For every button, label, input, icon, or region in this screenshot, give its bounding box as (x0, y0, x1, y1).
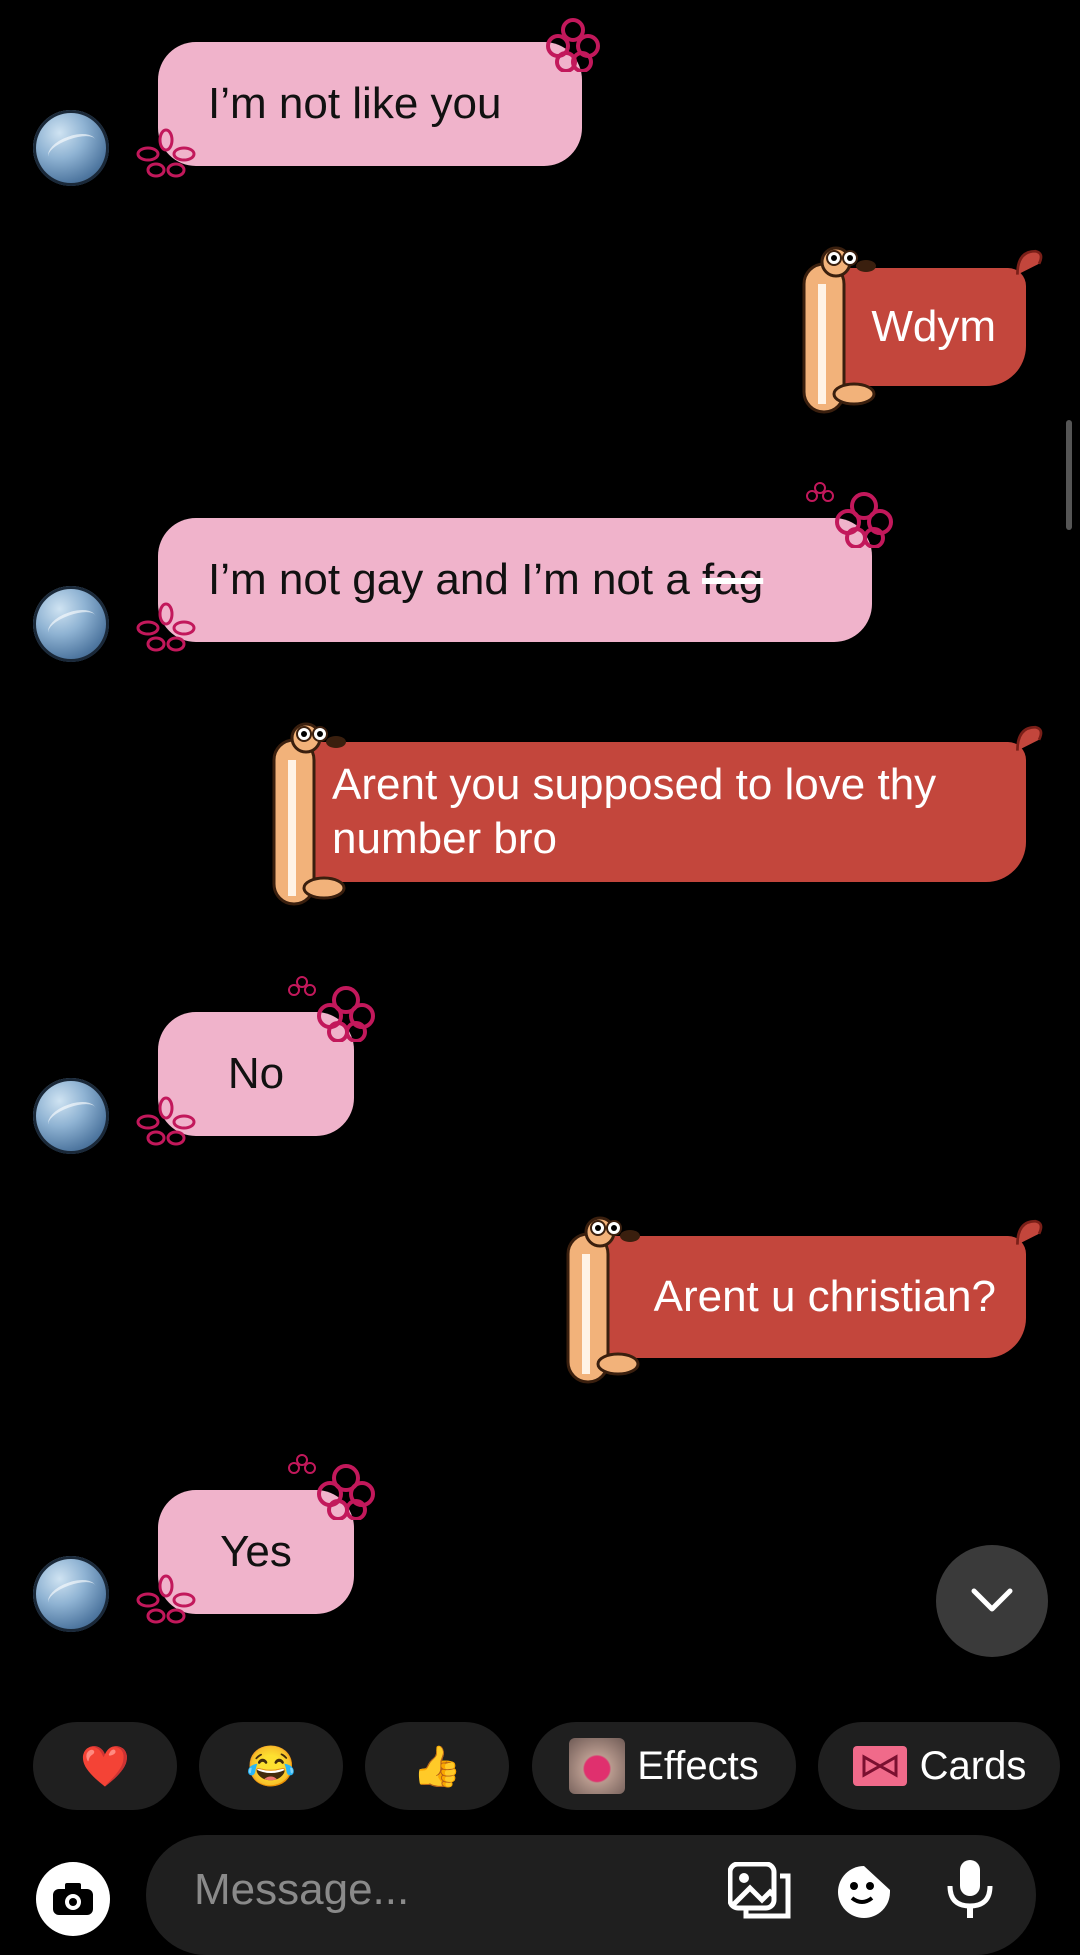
gallery-icon[interactable] (728, 1862, 792, 1920)
gift-card-icon (852, 1746, 907, 1786)
message-text: Arent u christian? (653, 1272, 996, 1321)
outgoing-message[interactable]: Arent you supposed to love thy number br… (302, 742, 1026, 882)
cards-label: Cards (919, 1743, 1027, 1788)
message-text: No (227, 1049, 285, 1098)
contact-avatar[interactable] (33, 1556, 109, 1632)
tail-sticker-icon (1016, 249, 1043, 275)
scrollbar[interactable] (1066, 420, 1072, 530)
flower-sticker-icon (288, 976, 375, 1042)
tail-sticker-icon (1016, 725, 1043, 751)
contact-avatar[interactable] (33, 1078, 109, 1154)
microphone-icon[interactable] (940, 1858, 1000, 1920)
camera-button[interactable] (36, 1862, 110, 1936)
flower-sticker-icon (136, 602, 196, 652)
flower-sticker-icon (546, 18, 600, 72)
message-text: Yes (220, 1527, 292, 1576)
heart-icon: ❤️ (80, 1744, 130, 1789)
message-text: Arent you supposed to love thy number br… (332, 760, 937, 863)
flower-sticker-icon (288, 1454, 375, 1520)
incoming-message[interactable]: I’m not like you (158, 42, 582, 166)
contact-avatar[interactable] (33, 586, 109, 662)
thumbs-up-icon: 👍 (412, 1744, 462, 1789)
dachshund-sticker-icon (566, 1216, 640, 1384)
outgoing-message[interactable]: Arent u christian? (596, 1236, 1026, 1358)
flower-sticker-icon (136, 128, 196, 178)
cards-button[interactable]: Cards (818, 1722, 1060, 1810)
dachshund-sticker-icon (802, 246, 876, 414)
dachshund-sticker-icon (272, 722, 346, 906)
reaction-heart-button[interactable]: ❤️ (33, 1722, 177, 1810)
effects-thumbnail-icon (569, 1738, 626, 1794)
struck-word: fag (702, 555, 764, 604)
message-text: Wdym (871, 302, 996, 351)
effects-label: Effects (637, 1743, 759, 1788)
tail-sticker-icon (1016, 1219, 1043, 1245)
camera-icon (53, 1883, 93, 1915)
contact-avatar[interactable] (33, 110, 109, 186)
reaction-thumbs-up-button[interactable]: 👍 (365, 1722, 509, 1810)
flower-sticker-icon (136, 1096, 196, 1146)
flower-sticker-icon (136, 1574, 196, 1624)
effects-button[interactable]: Effects (532, 1722, 796, 1810)
message-text: I’m not like you (208, 79, 502, 128)
laughing-face-icon: 😂 (246, 1744, 296, 1789)
message-text: I’m not gay and I’m not a fag (208, 555, 764, 604)
chevron-down-icon (971, 1588, 1013, 1612)
incoming-message[interactable]: I’m not gay and I’m not a fag (158, 518, 872, 642)
scroll-to-bottom-button[interactable] (936, 1545, 1048, 1657)
sticker-icon[interactable] (832, 1862, 896, 1920)
flower-sticker-icon (806, 482, 893, 548)
message-placeholder: Message... (194, 1865, 410, 1914)
reaction-laugh-button[interactable]: 😂 (199, 1722, 343, 1810)
